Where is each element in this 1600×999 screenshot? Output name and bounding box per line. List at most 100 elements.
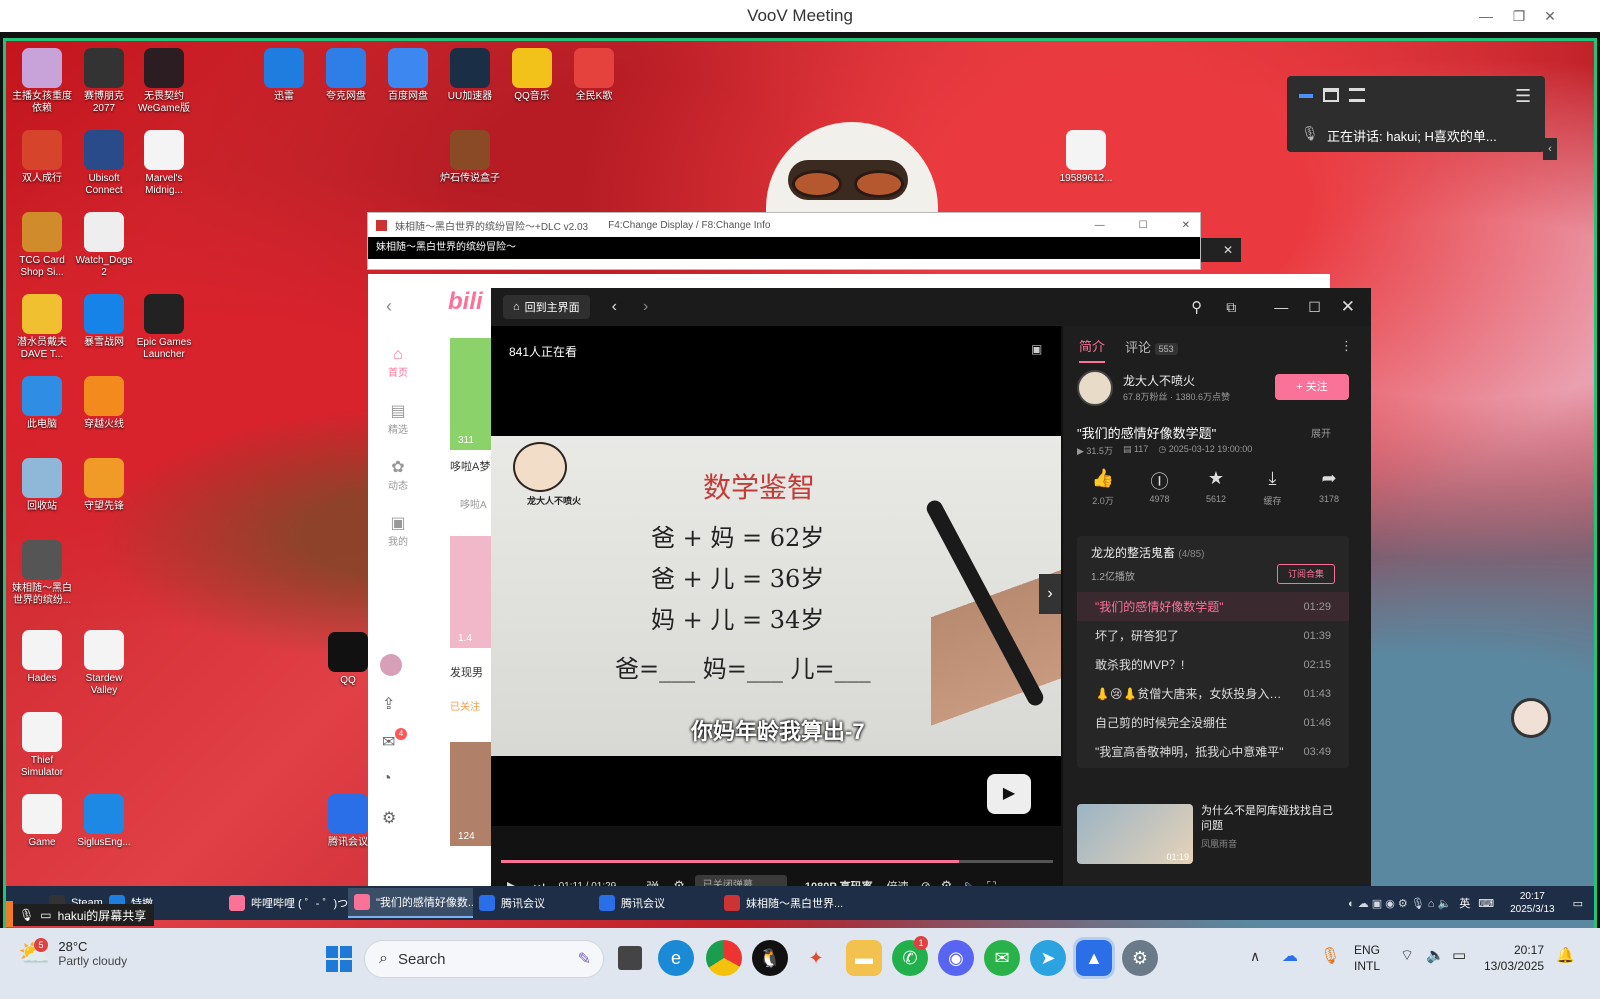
close-icon[interactable]: ✕ (1534, 0, 1566, 32)
message-icon[interactable]: ✉ (382, 732, 395, 752)
game-panel-close-icon[interactable]: ✕ (1201, 238, 1241, 262)
desktop-icon[interactable]: 19589612... (1055, 130, 1117, 185)
taskbar-item[interactable]: 腾讯会议 (473, 888, 593, 918)
list-view-icon[interactable] (1349, 88, 1365, 102)
battery-icon[interactable]: ▭ (1452, 946, 1466, 964)
taskbar-item[interactable]: 妹相随～黑白世界... (718, 888, 848, 918)
desktop-icon[interactable]: Stardew Valley (73, 630, 135, 697)
minimize-icon[interactable]: — (1470, 0, 1502, 32)
desktop-icon[interactable]: 穿越火线 (73, 376, 135, 431)
tray-chevron-icon[interactable]: ∧ (1250, 948, 1260, 965)
settings-icon[interactable]: ⚙ (382, 808, 396, 828)
desktop-icon[interactable]: SiglusEng... (73, 794, 135, 849)
expand-button[interactable]: 展开 (1311, 425, 1331, 440)
game-close-icon[interactable]: ✕ (1182, 220, 1190, 231)
notification-icon[interactable]: 🔔 (1556, 946, 1575, 964)
desktop-icon[interactable]: QQ音乐 (501, 48, 563, 103)
bili-nav-item[interactable]: ▤ 精选 (368, 390, 428, 446)
video-card-1[interactable]: 311 (450, 338, 494, 450)
menu-icon[interactable]: ☰ (1515, 86, 1531, 107)
more-icon[interactable]: ⋮ (1340, 338, 1353, 354)
taskbar-item[interactable]: 哔哩哔哩 ( ゜- ゜)つ... (223, 888, 348, 918)
nav-back-icon[interactable]: ‹ (612, 298, 617, 316)
action-star[interactable]: ★ 5612 (1188, 468, 1244, 507)
tray-mic-icon[interactable]: 🎙 (1320, 946, 1340, 966)
desktop-icon[interactable]: 无畏契约 WeGame版 (133, 48, 195, 115)
search-box[interactable]: ⌕ Search ✎ (364, 940, 604, 978)
start-icon[interactable] (326, 946, 352, 972)
bili-nav-item[interactable]: ✿ 动态 (368, 446, 428, 502)
desktop-icon[interactable]: UU加速器 (439, 48, 501, 103)
discord-icon[interactable]: ◉ (938, 940, 974, 976)
video-card-2[interactable]: 1.4 (450, 536, 494, 648)
desktop-icon[interactable]: 全民K歌 (563, 48, 625, 103)
desktop-icon[interactable]: TCG Card Shop Si... (11, 212, 73, 279)
action-download[interactable]: ⤓ 缓存 (1245, 468, 1301, 507)
uploader-avatar[interactable] (1077, 370, 1113, 406)
maximize-icon[interactable]: ❐ (1503, 0, 1535, 32)
language-indicator[interactable]: ENG INTL (1354, 942, 1380, 974)
player-minimize-icon[interactable]: — (1274, 299, 1288, 315)
feedback-icon[interactable]: ▣ (1031, 342, 1042, 356)
wechat-icon[interactable]: ✉ (984, 940, 1020, 976)
playlist-item[interactable]: 敢杀我的MVP？! 02:15 (1077, 650, 1349, 679)
desktop-icon[interactable]: Watch_Dogs 2 (73, 212, 135, 279)
playlist-item[interactable]: 👃😢👃贫僧大唐来，女妖投身入我怀... 01:43 (1077, 679, 1349, 708)
avatar[interactable] (380, 654, 402, 676)
desktop-icon[interactable]: Hades (11, 630, 73, 685)
desktop-icon[interactable]: 夸克网盘 (315, 48, 377, 103)
inner-notification-icon[interactable]: ▭ (1573, 897, 1583, 910)
inner-tray-keyboard-icon[interactable]: ⌨ (1478, 897, 1494, 910)
bili-nav-item[interactable]: ⌂ 首页 (368, 334, 428, 390)
playlist-item[interactable]: 坏了，研答犯了 01:39 (1077, 621, 1349, 650)
weather-widget[interactable]: ⛅ 5 28°C Partly cloudy (18, 938, 127, 969)
playlist-item[interactable]: "我们的感情好像数学题" 01:29 (1077, 592, 1349, 621)
settings-app-icon[interactable]: ⚙ (1122, 940, 1158, 976)
tray-cloud-icon[interactable]: ☁ (1282, 946, 1298, 966)
player-maximize-icon[interactable]: ☐ (1308, 299, 1321, 316)
action-coin[interactable]: Ⓘ 4978 (1132, 468, 1188, 507)
task-view-icon[interactable] (618, 946, 642, 970)
desktop-icon[interactable]: 迅雷 (253, 48, 315, 103)
subscribe-button[interactable]: 订阅合集 (1277, 564, 1335, 584)
recommend-card[interactable]: 01:19 为什么不是阿库娅找找自己问题 凤凰雨音 (1077, 804, 1349, 864)
collapse-side-icon[interactable]: ‹ (1543, 138, 1557, 160)
desktop-icon[interactable]: Game (11, 794, 73, 849)
desktop-icon[interactable]: 赛博朋克2077 (73, 48, 135, 115)
desktop-icon[interactable]: 守望先锋 (73, 458, 135, 513)
floating-assistant-avatar[interactable] (1511, 698, 1551, 738)
follow-button[interactable]: + 关注 (1275, 374, 1349, 400)
desktop-icon[interactable]: Marvel's Midnig... (133, 130, 195, 197)
uploader-name[interactable]: 龙大人不喷火 (1123, 372, 1195, 389)
next-episode-button[interactable]: › (1039, 574, 1061, 614)
upload-icon[interactable]: ⇪ (382, 694, 395, 714)
tab-comments[interactable]: 评论 553 (1125, 337, 1178, 356)
desktop-icon[interactable]: Epic Games Launcher (133, 294, 195, 361)
action-thumb-up[interactable]: 👍 2.0万 (1075, 468, 1131, 507)
video-area[interactable]: 841人正在看 ▣ 龙大人不喷火 数学鉴智 爸 + 妈 = 62岁爸 + 儿 =… (491, 326, 1061, 826)
inner-tray-lang[interactable]: 英 (1459, 895, 1470, 911)
playlist-item[interactable]: 自己剪的时候完全没绷住 01:46 (1077, 708, 1349, 737)
window-view-icon[interactable] (1323, 88, 1339, 102)
desktop-icon[interactable]: 百度网盘 (377, 48, 439, 103)
tab-intro[interactable]: 简介 (1079, 330, 1106, 363)
edge-icon[interactable]: e (658, 940, 694, 976)
desktop-icon[interactable]: 暴雪战网 (73, 294, 135, 349)
mini-window-icon[interactable]: ⧉ (1226, 299, 1236, 316)
file-explorer-icon[interactable]: ▬ (846, 940, 882, 976)
volume-tray-icon[interactable]: 🔈 (1426, 946, 1445, 964)
chrome-icon[interactable] (706, 940, 742, 976)
video-card-3[interactable]: 124 (450, 742, 494, 846)
home-button[interactable]: ⌂ 回到主界面 (503, 295, 590, 319)
desktop-icon[interactable]: 此电脑 (11, 376, 73, 431)
history-icon[interactable]: ◔ (382, 770, 392, 788)
desktop-icon[interactable]: Ubisoft Connect (73, 130, 135, 197)
desktop-icon[interactable]: 妹相随～黑白世界的缤纷... (11, 540, 73, 607)
action-share[interactable]: ➦ 3178 (1301, 468, 1357, 507)
telegram-icon[interactable]: ➤ (1030, 940, 1066, 976)
figma-icon[interactable]: ✦ (798, 940, 834, 976)
qq-icon[interactable]: 🐧 (752, 940, 788, 976)
playlist-item[interactable]: "我宣高香敬神明，抵我心中意难平" 03:49 (1077, 737, 1349, 766)
game-minimize-icon[interactable]: — (1095, 220, 1105, 231)
taskbar-item[interactable]: 腾讯会议 (593, 888, 718, 918)
